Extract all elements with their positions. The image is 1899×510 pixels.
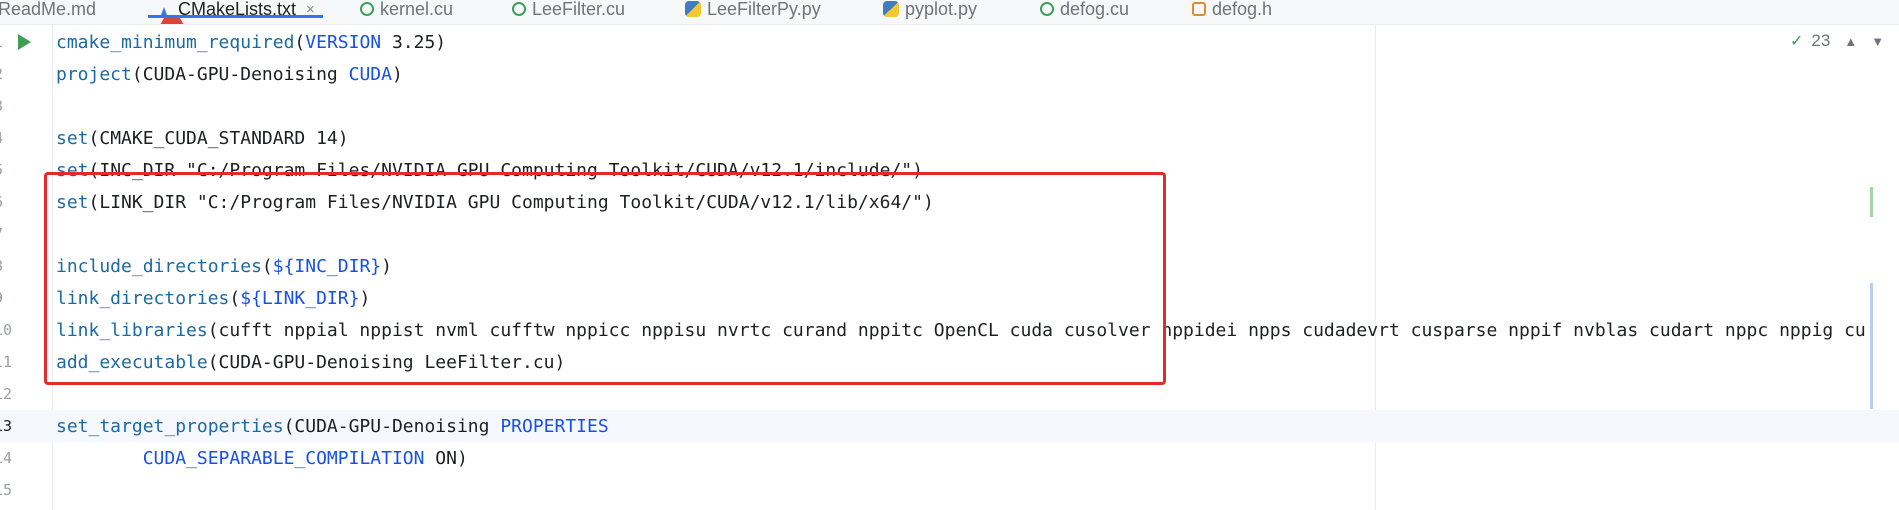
run-icon[interactable] bbox=[18, 34, 31, 50]
close-icon[interactable]: × bbox=[306, 1, 315, 18]
code-line[interactable]: 1 cmake_minimum_required(VERSION 3.25) bbox=[0, 26, 1899, 58]
line-number: 3 bbox=[0, 97, 14, 115]
tab-label: kernel.cu bbox=[380, 0, 454, 19]
code-text: add_executable(CUDA-GPU-Denoising LeeFil… bbox=[56, 351, 566, 373]
line-number: 12 bbox=[0, 385, 13, 403]
code-line[interactable]: 11 add_executable(CUDA-GPU-Denoising Lee… bbox=[0, 346, 1899, 378]
line-number: 13 bbox=[0, 417, 13, 435]
tab-kernel-cu[interactable]: kernel.cu bbox=[360, 0, 453, 24]
tab-leefilterpy-py[interactable]: LeeFilterPy.py bbox=[685, 0, 821, 24]
cuda-file-icon bbox=[360, 2, 374, 16]
code-line[interactable]: 10 link_libraries(cufft nppial nppist nv… bbox=[0, 314, 1899, 346]
editor-tab-bar: ReadMe.md CMakeLists.txt × kernel.cu Lee… bbox=[0, 0, 1899, 25]
code-line[interactable]: 2 project(CUDA-GPU-Denoising CUDA) bbox=[0, 58, 1899, 90]
line-number: 6 bbox=[0, 193, 14, 211]
code-line[interactable]: 6 set(LINK_DIR "C:/Program Files/NVIDIA … bbox=[0, 186, 1899, 218]
tab-readme[interactable]: ReadMe.md bbox=[0, 0, 96, 24]
code-line[interactable]: 3 bbox=[0, 90, 1899, 122]
line-number: 10 bbox=[0, 321, 13, 339]
code-text: set_target_properties(CUDA-GPU-Denoising… bbox=[56, 415, 609, 437]
code-line[interactable]: 5 set(INC_DIR "C:/Program Files/NVIDIA G… bbox=[0, 154, 1899, 186]
line-number: 11 bbox=[0, 353, 13, 371]
tab-label: LeeFilter.cu bbox=[532, 0, 626, 19]
tab-label: defog.cu bbox=[1060, 0, 1130, 19]
python-icon bbox=[685, 1, 701, 17]
line-number: 4 bbox=[0, 129, 14, 147]
tab-label: pyplot.py bbox=[905, 0, 978, 19]
line-number: 14 bbox=[0, 449, 13, 467]
python-icon bbox=[883, 1, 899, 17]
code-line[interactable]: 15 bbox=[0, 474, 1899, 506]
tab-defog-cu[interactable]: defog.cu bbox=[1040, 0, 1129, 24]
code-line[interactable]: 8 include_directories(${INC_DIR}) bbox=[0, 250, 1899, 282]
code-line[interactable]: 4 set(CMAKE_CUDA_STANDARD 14) bbox=[0, 122, 1899, 154]
code-line[interactable]: 7 bbox=[0, 218, 1899, 250]
code-line[interactable]: 12 bbox=[0, 378, 1899, 410]
line-number: 15 bbox=[0, 481, 13, 499]
tab-leefilter-cu[interactable]: LeeFilter.cu bbox=[512, 0, 625, 24]
line-number: 8 bbox=[0, 257, 14, 275]
code-text: link_directories(${LINK_DIR}) bbox=[56, 287, 371, 309]
header-file-icon bbox=[1192, 2, 1206, 16]
code-text: set(CMAKE_CUDA_STANDARD 14) bbox=[56, 127, 349, 149]
code-text: include_directories(${INC_DIR}) bbox=[56, 255, 392, 277]
code-text: set(INC_DIR "C:/Program Files/NVIDIA GPU… bbox=[56, 159, 923, 181]
code-text: CUDA_SEPARABLE_COMPILATION ON) bbox=[142, 447, 468, 469]
code-editor[interactable]: ✓ 23 ▲ ▼ 1 cmake_minimum_required(VERSIO… bbox=[0, 25, 1899, 510]
cmake-icon bbox=[156, 1, 188, 24]
tab-label: ReadMe.md bbox=[0, 0, 97, 19]
cuda-file-icon bbox=[1040, 2, 1054, 16]
tab-label: defog.h bbox=[1212, 0, 1273, 19]
line-number: 9 bbox=[0, 289, 14, 307]
tab-label: CMakeLists.txt bbox=[178, 0, 297, 19]
code-text: link_libraries(cufft nppial nppist nvml … bbox=[56, 319, 1866, 341]
tab-cmakelists[interactable]: CMakeLists.txt × bbox=[148, 0, 323, 24]
tab-label: LeeFilterPy.py bbox=[707, 0, 821, 19]
code-line[interactable]: 9 link_directories(${LINK_DIR}) bbox=[0, 282, 1899, 314]
code-line-current[interactable]: 13 set_target_properties(CUDA-GPU-Denois… bbox=[0, 410, 1899, 442]
tab-defog-h[interactable]: defog.h bbox=[1192, 0, 1272, 24]
cuda-file-icon bbox=[512, 2, 526, 16]
line-number: 7 bbox=[0, 225, 14, 243]
tab-pyplot-py[interactable]: pyplot.py bbox=[883, 0, 977, 24]
line-number: 5 bbox=[0, 161, 14, 179]
code-text: project(CUDA-GPU-Denoising CUDA) bbox=[56, 63, 403, 85]
code-text: cmake_minimum_required(VERSION 3.25) bbox=[56, 31, 447, 53]
code-text: set(LINK_DIR "C:/Program Files/NVIDIA GP… bbox=[56, 191, 934, 213]
line-number: 2 bbox=[0, 65, 14, 83]
code-line[interactable]: 14 CUDA_SEPARABLE_COMPILATION ON) bbox=[0, 442, 1899, 474]
line-number: 1 bbox=[0, 33, 14, 51]
